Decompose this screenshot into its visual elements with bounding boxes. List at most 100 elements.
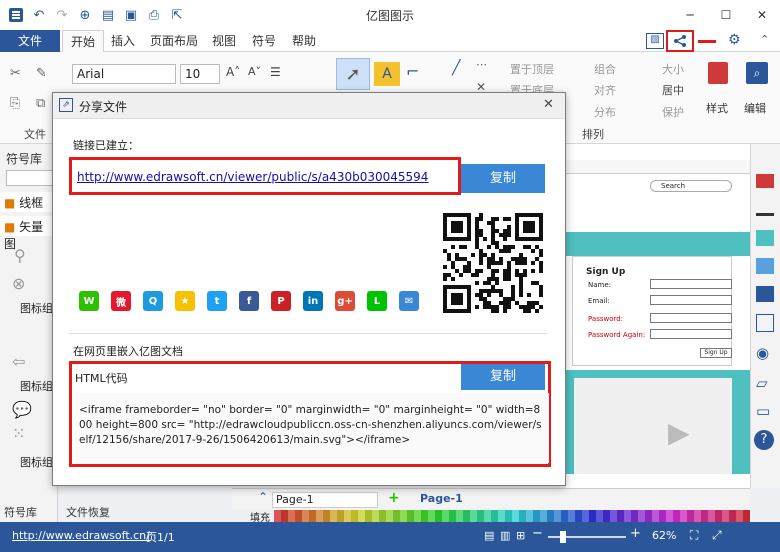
zoom-out-button[interactable]: − [532, 526, 543, 541]
edit-button[interactable]: 编辑 [744, 100, 766, 116]
qzone-icon[interactable]: ★ [175, 291, 195, 311]
library-item-vector[interactable]: ■ 矢量图 [0, 216, 58, 251]
collapse-ribbon-icon[interactable]: ⌃ [760, 33, 769, 46]
protect-button[interactable]: 保护 [662, 104, 684, 120]
pinterest-icon[interactable]: P [271, 291, 291, 311]
close-button[interactable]: ✕ [744, 0, 780, 30]
shadow-icon[interactable] [756, 230, 774, 246]
page-icon[interactable] [756, 314, 774, 332]
zoom-in-button[interactable]: + [630, 526, 641, 541]
tab-home[interactable]: 开始 [62, 30, 104, 52]
group-button[interactable]: 组合 [594, 61, 616, 77]
qq-icon[interactable]: Q [143, 291, 163, 311]
horizontal-ruler [566, 160, 750, 174]
tab-page-layout[interactable]: 页面布局 [146, 30, 202, 52]
share-link-url[interactable]: http://www.edrawsoft.cn/viewer/public/s/… [77, 170, 428, 184]
grid-dots-icon[interactable]: ⁙ [12, 424, 25, 443]
linkedin-icon[interactable]: in [303, 291, 323, 311]
grow-font-icon[interactable]: A˄ [226, 65, 240, 79]
mic-icon[interactable]: ⚲ [14, 246, 26, 265]
tab-view[interactable]: 视图 [206, 30, 242, 52]
page-up-icon[interactable]: ⌃ [258, 490, 268, 504]
wechat-icon[interactable]: W [79, 291, 99, 311]
font-size-select[interactable]: 10 [180, 64, 220, 84]
share-dialog-icon: ⇗ [59, 98, 73, 112]
arrows-icon[interactable]: ⇦ [12, 352, 25, 371]
style-icon[interactable] [708, 62, 728, 84]
style-button[interactable]: 样式 [706, 100, 728, 116]
copy-link-button[interactable]: 复制 [461, 164, 545, 193]
line-tool-icon[interactable]: ╱ [452, 60, 460, 76]
fit-page-icon[interactable]: ⛶ [690, 528, 698, 543]
maximize-button[interactable]: ☐ [708, 0, 744, 30]
line-icon[interactable]: L [367, 291, 387, 311]
dialog-divider [69, 333, 547, 334]
bottom-tab-library[interactable]: 符号库 [4, 504, 37, 520]
font-name-select[interactable]: Arial [72, 64, 176, 84]
tab-symbol[interactable]: 符号 [246, 30, 282, 52]
library-item-wireframe[interactable]: ■ 线框 [0, 192, 58, 212]
twitter-icon[interactable]: t [207, 291, 227, 311]
select-tool-icon[interactable]: ➚ [336, 58, 370, 90]
text-tool-icon[interactable]: A [374, 62, 400, 86]
cut-icon[interactable]: ✂ [10, 66, 21, 81]
view-fit-icon[interactable]: ⊞ [516, 529, 525, 542]
tab-help[interactable]: 帮助 [286, 30, 322, 52]
format-painter-icon[interactable]: ✎ [36, 66, 47, 81]
zoom-slider-thumb[interactable] [560, 531, 566, 543]
share-dialog: ⇗ 分享文件 ✕ 链接已建立： http://www.edrawsoft.cn/… [52, 92, 566, 486]
bring-to-front-button[interactable]: 置于顶层 [510, 61, 554, 77]
view-page-icon[interactable]: ▥ [500, 529, 510, 542]
minimize-button[interactable]: ─ [672, 0, 708, 30]
size-button[interactable]: 大小 [662, 61, 684, 77]
fill-icon[interactable] [756, 174, 774, 188]
dialog-close-button[interactable]: ✕ [543, 97, 554, 112]
share-button[interactable] [666, 30, 694, 52]
help-icon[interactable]: ? [754, 430, 774, 450]
shrink-font-icon[interactable]: A˅ [248, 65, 261, 78]
email-icon[interactable]: ✉ [399, 291, 419, 311]
zoom-level: 62% [652, 529, 677, 542]
window-title: 亿图图示 [365, 9, 414, 23]
fullscreen-icon[interactable]: ⤢ [712, 528, 722, 543]
paste-icon[interactable]: ⎘ [10, 96, 20, 111]
tab-insert[interactable]: 插入 [106, 30, 140, 52]
group-file-label: 文件 [24, 128, 46, 141]
red-arrow-indicator [698, 40, 716, 43]
page-select[interactable]: Page-1 [272, 492, 378, 508]
align-button[interactable]: 对齐 [594, 82, 616, 98]
globe-icon[interactable]: ◉ [756, 344, 769, 362]
dots-icon[interactable]: ⊗ [12, 274, 25, 293]
image-icon[interactable] [756, 258, 774, 274]
copy-embed-button[interactable]: 复制 [461, 364, 545, 390]
settings-icon[interactable]: ⚙ [728, 32, 741, 48]
add-page-icon[interactable]: + [388, 490, 400, 506]
signup-password-again-field [650, 329, 732, 339]
attachment-icon[interactable]: ▱ [756, 374, 768, 392]
find-icon[interactable]: ⌕ [746, 62, 768, 84]
more-tools-icon[interactable]: ⋯ [476, 58, 487, 71]
comment-icon[interactable]: ▭ [756, 402, 770, 420]
library-item-wireframe-label: 线框 [19, 196, 44, 210]
present-icon[interactable]: ▧ [646, 33, 664, 49]
distribute-button[interactable]: 分布 [594, 104, 616, 120]
connector-tool-icon[interactable]: ⌐ [406, 62, 419, 81]
center-button[interactable]: 居中 [662, 82, 684, 98]
view-normal-icon[interactable]: ▤ [484, 529, 494, 542]
weibo-icon[interactable]: 微 [111, 291, 131, 311]
layers-icon[interactable] [756, 286, 774, 302]
color-palette[interactable] [274, 510, 750, 522]
line-style-icon[interactable] [756, 202, 774, 216]
bottom-tab-recovery[interactable]: 文件恢复 [66, 504, 110, 520]
tab-file[interactable]: 文件 [0, 30, 60, 52]
chat-icon[interactable]: 💬 [12, 400, 32, 419]
facebook-icon[interactable]: f [239, 291, 259, 311]
status-url-link[interactable]: http://www.edrawsoft.cn/ [12, 529, 150, 542]
googleplus-icon[interactable]: g+ [335, 291, 355, 311]
page-tab-1[interactable]: Page-1 [420, 492, 463, 505]
embed-code-textarea[interactable]: <iframe frameborder= "no" border= "0" ma… [79, 403, 543, 448]
align-text-icon[interactable]: ☰ [270, 65, 281, 79]
canvas-search-box: Search [650, 180, 732, 192]
copy-icon[interactable]: ⧉ [36, 96, 45, 111]
library-search-input[interactable] [6, 170, 54, 186]
